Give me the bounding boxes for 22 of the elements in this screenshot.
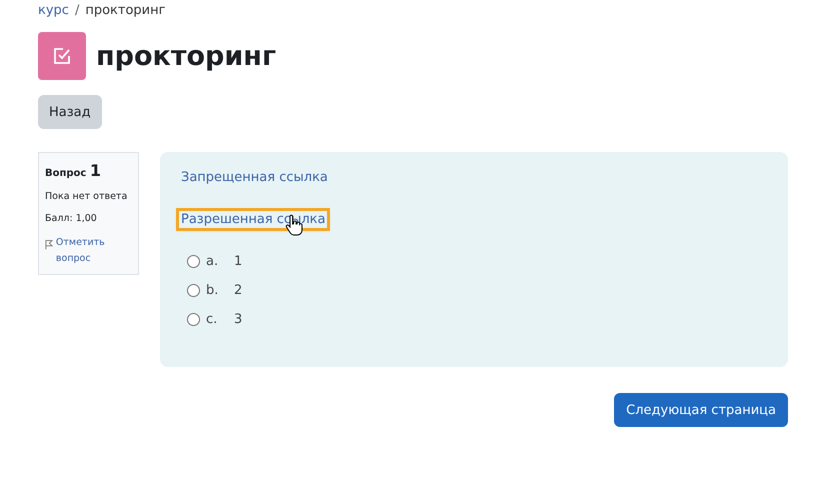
question-number: Вопрос 1 (45, 161, 102, 180)
option-letter: c. (206, 312, 218, 327)
option-text: 1 (234, 254, 242, 269)
text-link[interactable]: Запрещенная ссылка (179, 169, 330, 186)
option-letter: a. (206, 254, 220, 269)
option-text: 2 (234, 283, 242, 298)
option-text: 3 (234, 312, 242, 327)
breadcrumb-separator: / (74, 3, 80, 18)
breadcrumb-current: прокторинг (85, 3, 166, 18)
breadcrumb-link[interactable]: курс (38, 3, 69, 18)
question-grade: Балл: 1,00 (45, 213, 98, 224)
radio-button[interactable] (187, 255, 200, 268)
flag-icon (45, 239, 53, 250)
next-page-button[interactable]: Следующая страница (614, 393, 788, 427)
option-letter: b. (206, 283, 220, 298)
quiz-icon (38, 32, 86, 80)
back-button[interactable]: Назад (38, 95, 102, 129)
page-title: прокторинг (96, 40, 276, 72)
answer-status: Пока нет ответа (45, 191, 128, 202)
radio-button[interactable] (187, 313, 200, 326)
flag-question-link[interactable]: Отметить вопрос (56, 235, 132, 268)
radio-button[interactable] (187, 284, 200, 297)
